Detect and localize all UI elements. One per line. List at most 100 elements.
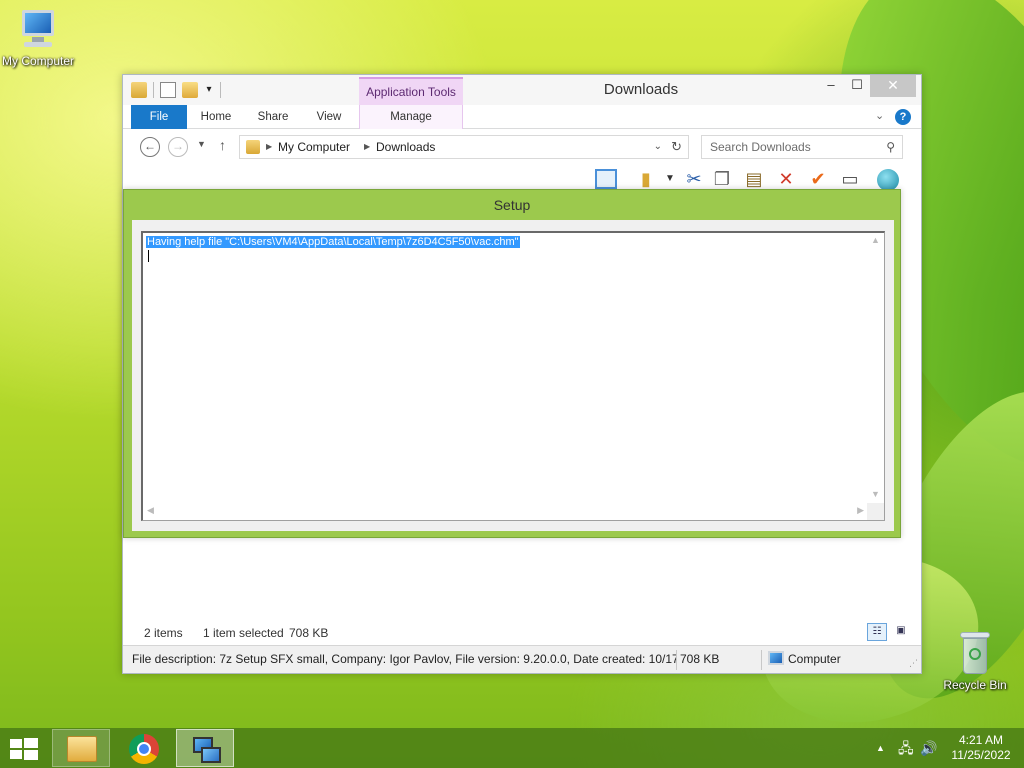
taskbar: ▲ 🖧 🔊 4:21 AM 11/25/2022 bbox=[0, 728, 1024, 768]
selection-count: 1 item selected bbox=[203, 626, 284, 640]
selection-size: 708 KB bbox=[289, 626, 329, 640]
windows-logo-icon bbox=[24, 738, 38, 748]
file-description: File description: 7z Setup SFX small, Co… bbox=[132, 652, 676, 666]
breadcrumb-downloads[interactable]: Downloads bbox=[376, 136, 435, 158]
divider bbox=[761, 650, 762, 670]
separator bbox=[220, 82, 221, 98]
clock-time: 4:21 AM bbox=[958, 733, 1004, 747]
status-bar: 2 items 1 item selected 708 KB ☷ ▣ bbox=[123, 623, 921, 643]
file-size: 708 KB bbox=[680, 652, 720, 666]
desktop-icon-label: Recycle Bin bbox=[943, 678, 1007, 692]
search-placeholder: Search Downloads bbox=[710, 140, 811, 154]
up-button[interactable]: ↑ bbox=[219, 137, 226, 153]
details-view-icon[interactable]: ☷ bbox=[867, 623, 887, 641]
taskbar-setup[interactable] bbox=[176, 729, 234, 767]
recent-locations-chevron-icon[interactable]: ▼ bbox=[197, 139, 206, 149]
clock-date: 11/25/2022 bbox=[951, 748, 1011, 762]
tab-view[interactable]: View bbox=[303, 105, 355, 129]
maximize-button[interactable]: ☐ bbox=[844, 75, 870, 97]
setup-dialog: Setup Having help file "C:\Users\VM4\App… bbox=[123, 189, 901, 538]
paste-icon[interactable]: ▤ bbox=[743, 169, 765, 189]
dialog-client-area: Having help file "C:\Users\VM4\AppData\L… bbox=[132, 220, 894, 531]
breadcrumb-my-computer[interactable]: My Computer bbox=[278, 136, 350, 158]
customize-toolbar-chevron-icon[interactable]: ▾ bbox=[204, 82, 214, 98]
delete-icon[interactable]: ✕ bbox=[775, 169, 797, 189]
dialog-title[interactable]: Setup bbox=[124, 190, 900, 220]
tab-manage[interactable]: Manage bbox=[359, 105, 463, 129]
close-button[interactable]: ✕ bbox=[870, 75, 916, 97]
divider bbox=[676, 650, 677, 670]
desktop-icon-recycle-bin[interactable]: Recycle Bin bbox=[933, 630, 1017, 692]
search-box[interactable]: Search Downloads ⚲ bbox=[701, 135, 903, 159]
expand-ribbon-chevron-icon[interactable]: ⌄ bbox=[875, 109, 884, 122]
show-hidden-icons-icon[interactable]: ▲ bbox=[876, 728, 885, 768]
rename-icon[interactable]: ▭ bbox=[839, 169, 861, 189]
chrome-icon bbox=[129, 734, 159, 764]
back-button[interactable]: ← bbox=[140, 137, 160, 157]
command-toolbar: ▮ ▼ ✂ ❐ ▤ ✕ ✔ ▭ bbox=[593, 167, 923, 191]
address-dropdown-icon[interactable]: ⌄ bbox=[654, 136, 662, 158]
start-button[interactable] bbox=[10, 738, 38, 760]
cut-icon[interactable]: ✂ bbox=[683, 169, 705, 189]
horizontal-scrollbar[interactable]: ◀ ▶ bbox=[143, 503, 868, 520]
breadcrumb-arrow-icon[interactable]: ▶ bbox=[364, 136, 370, 158]
windows-logo-icon bbox=[10, 739, 22, 748]
search-icon[interactable]: ⚲ bbox=[886, 136, 895, 158]
navigation-bar: ← → ▼ ↑ ▶ My Computer ▶ Downloads ⌄ ↻ Se… bbox=[123, 130, 921, 164]
large-icons-view-icon[interactable]: ▣ bbox=[891, 623, 911, 641]
text-caret bbox=[148, 250, 149, 262]
vertical-scrollbar[interactable]: ▲ ▼ bbox=[867, 233, 884, 501]
scroll-up-icon[interactable]: ▲ bbox=[871, 235, 880, 245]
scroll-right-icon[interactable]: ▶ bbox=[857, 505, 864, 516]
volume-icon[interactable]: 🔊 bbox=[920, 728, 937, 768]
file-explorer-icon bbox=[67, 736, 97, 762]
dropdown-chevron-icon[interactable]: ▼ bbox=[659, 169, 681, 189]
tab-share[interactable]: Share bbox=[245, 105, 301, 129]
separator bbox=[153, 82, 154, 98]
properties-icon[interactable] bbox=[160, 82, 176, 98]
breadcrumb-arrow-icon[interactable]: ▶ bbox=[266, 136, 272, 158]
folder-options-icon[interactable]: ▮ bbox=[635, 169, 657, 189]
globe-icon[interactable] bbox=[877, 169, 899, 191]
scrollbar-corner bbox=[867, 503, 884, 520]
checkmark-icon[interactable]: ✔ bbox=[807, 169, 829, 189]
address-bar[interactable]: ▶ My Computer ▶ Downloads ⌄ ↻ bbox=[239, 135, 689, 159]
quick-access-toolbar: ▾ bbox=[131, 82, 221, 98]
system-clock[interactable]: 4:21 AM 11/25/2022 bbox=[948, 733, 1014, 763]
windows-logo-icon bbox=[10, 750, 22, 759]
ribbon-tabs: File Home Share View Manage ⌄ ? bbox=[123, 105, 921, 129]
computer-icon bbox=[768, 651, 784, 665]
recycle-bin-icon bbox=[958, 630, 992, 676]
application-tools-tab-group: Application Tools bbox=[359, 77, 463, 105]
taskbar-chrome[interactable] bbox=[114, 729, 172, 767]
tab-home[interactable]: Home bbox=[189, 105, 243, 129]
desktop-icon-my-computer[interactable]: My Computer bbox=[0, 8, 80, 68]
windows-logo-icon bbox=[24, 750, 38, 760]
scroll-left-icon[interactable]: ◀ bbox=[147, 505, 154, 516]
window-title: Downloads bbox=[603, 81, 679, 98]
minimize-button[interactable]: – bbox=[818, 75, 844, 97]
copy-icon[interactable]: ❐ bbox=[711, 169, 733, 189]
scroll-down-icon[interactable]: ▼ bbox=[871, 489, 880, 499]
item-count: 2 items bbox=[144, 626, 183, 640]
help-icon[interactable]: ? bbox=[895, 109, 911, 125]
selected-log-line[interactable]: Having help file "C:\Users\VM4\AppData\L… bbox=[146, 236, 520, 248]
setup-icon bbox=[191, 735, 221, 765]
layout-icon[interactable] bbox=[595, 169, 617, 189]
title-bar[interactable]: ▾ Application Tools Downloads – ☐ ✕ bbox=[123, 75, 921, 105]
refresh-icon[interactable]: ↻ bbox=[671, 136, 682, 158]
tab-file[interactable]: File bbox=[131, 105, 187, 129]
folder-icon[interactable] bbox=[131, 82, 147, 98]
log-textarea[interactable]: Having help file "C:\Users\VM4\AppData\L… bbox=[141, 231, 885, 521]
location-label: Computer bbox=[788, 652, 841, 666]
details-bar: File description: 7z Setup SFX small, Co… bbox=[123, 645, 921, 673]
log-text[interactable]: Having help file "C:\Users\VM4\AppData\L… bbox=[146, 236, 520, 249]
forward-button[interactable]: → bbox=[168, 137, 188, 157]
desktop-icon-label: My Computer bbox=[1, 54, 75, 68]
taskbar-file-explorer[interactable] bbox=[52, 729, 110, 767]
computer-icon bbox=[18, 8, 58, 52]
new-folder-icon[interactable] bbox=[182, 82, 198, 98]
network-icon[interactable]: 🖧 bbox=[898, 728, 914, 768]
resize-grip-icon[interactable]: ⋰ bbox=[909, 658, 918, 669]
folder-icon bbox=[246, 140, 260, 154]
